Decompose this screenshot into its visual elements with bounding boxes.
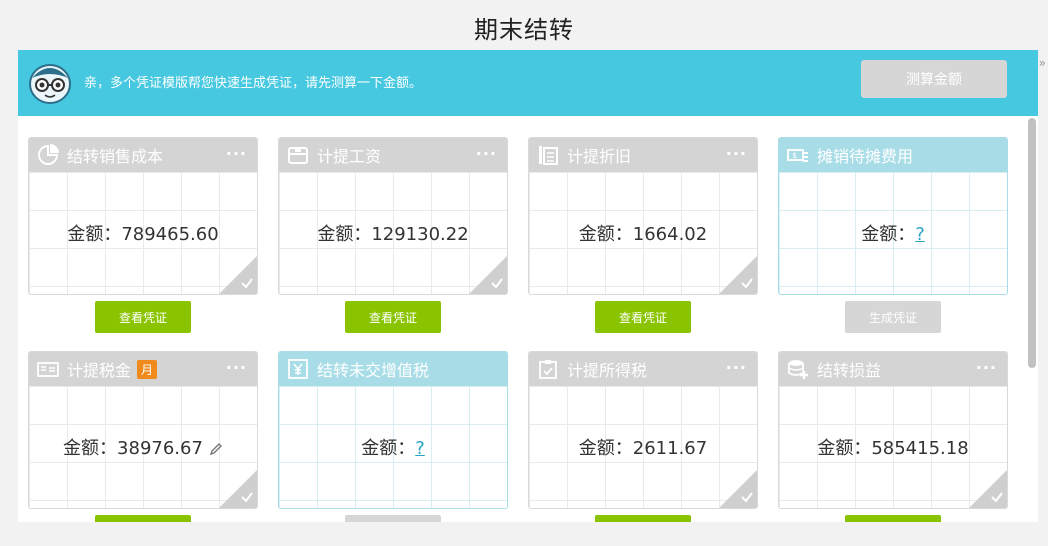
amount-text: 金额：38976.67 xyxy=(29,434,257,460)
card-body: 金额：1664.02 xyxy=(529,172,757,294)
calculate-amount-button[interactable]: 测算金额 xyxy=(861,60,1007,98)
card-unpaid-vat-transfer: 结转未交增值税 金额：? xyxy=(278,351,508,509)
card-header: 计提工资 ··· xyxy=(279,138,507,172)
money-icon: $ xyxy=(787,149,808,162)
check-icon xyxy=(991,492,1003,503)
amount-label: 金额： xyxy=(67,224,122,245)
card-title: 计提所得税 xyxy=(567,361,648,380)
document-stack-icon xyxy=(539,146,558,165)
card-header: 计提税金 月 ··· xyxy=(29,352,257,386)
more-menu-icon[interactable]: ··· xyxy=(976,358,997,377)
amount-value: 129130.22 xyxy=(371,224,469,245)
card-header: $ 摊销待摊费用 xyxy=(779,138,1007,172)
voucher-button[interactable] xyxy=(345,515,441,522)
amount-label: 金额： xyxy=(317,224,372,245)
amount-text: 金额：? xyxy=(779,220,1007,246)
check-icon xyxy=(491,278,503,289)
amount-label: 金额： xyxy=(578,224,633,245)
amount-value: 1664.02 xyxy=(632,224,708,245)
card-title: 结转销售成本 xyxy=(67,147,164,166)
amount-label: 金额： xyxy=(578,438,633,459)
amount-value: 38976.67 xyxy=(117,438,203,459)
card-title: 计提工资 xyxy=(317,147,382,166)
amount-text: 金额：129130.22 xyxy=(279,220,507,246)
month-badge: 月 xyxy=(137,359,158,379)
main-content: 亲，多个凭证模版帮您快速生成凭证，请先测算一下金额。 测算金额 结转销售成本 ·… xyxy=(18,50,1038,522)
tax-form-icon xyxy=(37,362,59,377)
amount-unknown-link[interactable]: ? xyxy=(915,224,925,245)
voucher-button[interactable] xyxy=(595,515,691,522)
card-title: 计提折旧 xyxy=(567,147,632,166)
card-title: 结转损益 xyxy=(817,361,882,380)
view-voucher-button[interactable]: 查看凭证 xyxy=(345,301,441,333)
more-menu-icon[interactable]: ··· xyxy=(726,358,747,377)
card-header: 结转损益 ··· xyxy=(779,352,1007,386)
check-icon xyxy=(241,492,253,503)
voucher-button[interactable] xyxy=(845,515,941,522)
yen-icon xyxy=(288,359,308,379)
amount-value: 789465.60 xyxy=(121,224,219,245)
card-salary-accrual: 计提工资 ··· 金额：129130.22 xyxy=(278,137,508,295)
svg-text:$: $ xyxy=(792,151,797,160)
collapse-toggle-icon[interactable]: » xyxy=(1039,56,1046,70)
amount-unknown-link[interactable]: ? xyxy=(415,438,425,459)
generate-voucher-button[interactable]: 生成凭证 xyxy=(845,301,941,333)
card-tax-accrual: 计提税金 月 ··· 金额：38976.67 xyxy=(28,351,258,509)
amount-text: 金额：2611.67 xyxy=(529,434,757,460)
card-profit-loss-transfer: 结转损益 ··· 金额：585415.18 xyxy=(778,351,1008,509)
card-prepaid-amortization: $ 摊销待摊费用 金额：? xyxy=(778,137,1008,295)
more-menu-icon[interactable]: ··· xyxy=(226,144,247,163)
card-body: 金额：? xyxy=(279,386,507,508)
amount-value: 2611.67 xyxy=(632,438,708,459)
amount-label: 金额： xyxy=(817,438,872,459)
card-title: 摊销待摊费用 xyxy=(817,147,914,166)
card-body: 金额：585415.18 xyxy=(779,386,1007,508)
more-menu-icon[interactable]: ··· xyxy=(726,144,747,163)
amount-text: 金额：1664.02 xyxy=(529,220,757,246)
amount-label: 金额： xyxy=(63,438,118,459)
banner-message: 亲，多个凭证模版帮您快速生成凭证，请先测算一下金额。 xyxy=(84,76,423,91)
check-icon xyxy=(741,278,753,289)
card-body: 金额：789465.60 xyxy=(29,172,257,294)
card-income-tax: 计提所得税 ··· 金额：2611.67 xyxy=(528,351,758,509)
amount-text: 金额：? xyxy=(279,434,507,460)
amount-text: 金额：585415.18 xyxy=(779,434,1007,460)
card-header: 计提折旧 ··· xyxy=(529,138,757,172)
more-menu-icon[interactable]: ··· xyxy=(476,144,497,163)
amount-label: 金额： xyxy=(861,224,916,245)
wallet-icon xyxy=(288,147,308,164)
card-depreciation: 计提折旧 ··· 金额：1664.02 xyxy=(528,137,758,295)
check-icon xyxy=(241,278,253,289)
vertical-scrollbar[interactable] xyxy=(1028,118,1036,368)
amount-text: 金额：789465.60 xyxy=(29,220,257,246)
card-body: 金额：2611.67 xyxy=(529,386,757,508)
card-body: 金额：38976.67 xyxy=(29,386,257,508)
card-title: 计提税金 xyxy=(67,361,132,380)
pencil-icon[interactable] xyxy=(209,442,223,456)
amount-value: 585415.18 xyxy=(871,438,969,459)
info-banner: 亲，多个凭证模版帮您快速生成凭证，请先测算一下金额。 测算金额 xyxy=(18,50,1038,116)
mascot-icon xyxy=(29,64,71,104)
coins-plus-icon xyxy=(788,360,808,379)
view-voucher-button[interactable]: 查看凭证 xyxy=(595,301,691,333)
check-icon xyxy=(741,492,753,503)
page-title: 期末结转 xyxy=(474,16,574,44)
card-sales-cost: 结转销售成本 ··· 金额：789465.60 xyxy=(28,137,258,295)
card-title: 结转未交增值税 xyxy=(317,361,430,380)
card-body: 金额：? xyxy=(779,172,1007,294)
card-header: 结转销售成本 ··· xyxy=(29,138,257,172)
amount-label: 金额： xyxy=(361,438,416,459)
clipboard-check-icon xyxy=(539,360,557,379)
card-body: 金额：129130.22 xyxy=(279,172,507,294)
voucher-button[interactable] xyxy=(95,515,191,522)
card-header: 计提所得税 ··· xyxy=(529,352,757,386)
pie-chart-icon xyxy=(38,144,59,165)
view-voucher-button[interactable]: 查看凭证 xyxy=(95,301,191,333)
card-header: 结转未交增值税 xyxy=(279,352,507,386)
more-menu-icon[interactable]: ··· xyxy=(226,358,247,377)
